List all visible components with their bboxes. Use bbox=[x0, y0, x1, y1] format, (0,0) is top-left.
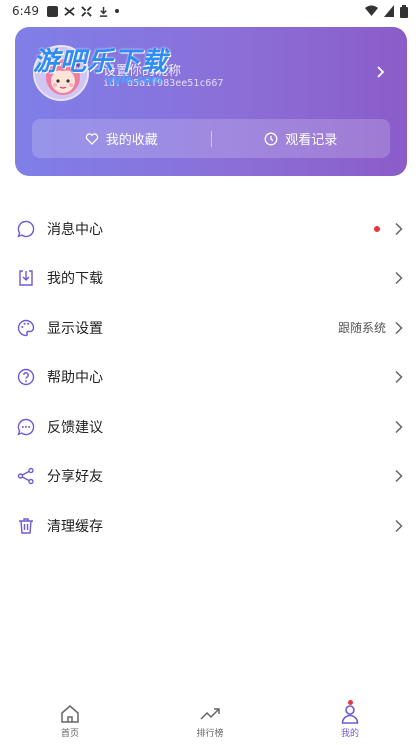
bottom-nav: 首页 排行榜 我的 bbox=[0, 697, 420, 745]
favorites-label: 我的收藏 bbox=[105, 133, 158, 148]
shuffle-icon bbox=[64, 6, 75, 16]
display-mode-value: 跟随系统 bbox=[337, 321, 386, 336]
menu-item-label: 清理缓存 bbox=[47, 518, 103, 535]
menu-item-label: 显示设置 bbox=[47, 320, 103, 337]
status-time: 6:49 bbox=[12, 4, 39, 18]
share-icon bbox=[17, 468, 34, 485]
battery-icon bbox=[400, 4, 408, 18]
menu-item-label: 帮助中心 bbox=[47, 370, 103, 387]
chevron-right-icon bbox=[395, 321, 403, 334]
tab-label: 排行榜 bbox=[196, 729, 224, 739]
menu-item-label: 反馈建议 bbox=[47, 419, 103, 436]
chevron-right-icon bbox=[395, 272, 403, 285]
feedback-icon bbox=[17, 418, 35, 436]
profile-actions-bar: 我的收藏 观看记录 bbox=[32, 119, 390, 158]
menu-item-help[interactable]: 帮助中心 bbox=[0, 353, 420, 403]
status-bar: 6:49 bbox=[0, 0, 420, 22]
signal-icon bbox=[384, 5, 394, 17]
settings-menu: 消息中心 我的下载 显示设置 跟随系统 帮助中心 反馈建议 分享好友 清理缓存 bbox=[0, 204, 420, 551]
clock-icon bbox=[264, 132, 278, 145]
tab-mine[interactable]: 我的 bbox=[280, 697, 420, 745]
menu-item-display-settings[interactable]: 显示设置 跟随系统 bbox=[0, 303, 420, 353]
help-icon bbox=[17, 369, 35, 386]
tab-label: 首页 bbox=[60, 729, 79, 739]
home-icon bbox=[61, 705, 79, 723]
more-notifications-dot bbox=[114, 9, 119, 13]
chevron-right-icon[interactable] bbox=[373, 65, 387, 79]
favorites-button[interactable]: 我的收藏 bbox=[32, 119, 211, 158]
menu-item-downloads[interactable]: 我的下载 bbox=[0, 254, 420, 304]
download-icon bbox=[19, 270, 33, 286]
heart-icon bbox=[85, 132, 98, 145]
wifi-icon bbox=[365, 5, 378, 16]
app-notification-icon bbox=[46, 5, 58, 17]
chevron-right-icon bbox=[395, 371, 403, 384]
notification-badge bbox=[348, 700, 353, 705]
download-status-icon bbox=[99, 6, 108, 17]
menu-item-label: 分享好友 bbox=[47, 469, 103, 486]
chevron-right-icon bbox=[395, 222, 403, 235]
menu-item-label: 我的下载 bbox=[47, 271, 103, 288]
tab-ranking[interactable]: 排行榜 bbox=[140, 697, 280, 745]
history-button[interactable]: 观看记录 bbox=[212, 119, 391, 158]
tab-home[interactable]: 首页 bbox=[0, 697, 140, 745]
trash-icon bbox=[19, 518, 33, 534]
menu-item-share[interactable]: 分享好友 bbox=[0, 452, 420, 502]
expand-icon bbox=[81, 5, 92, 17]
chevron-right-icon bbox=[395, 420, 403, 433]
chevron-right-icon bbox=[395, 470, 403, 483]
unread-dot bbox=[374, 225, 380, 232]
palette-icon bbox=[17, 319, 35, 336]
profile-card[interactable]: 游吧乐下载 yyle.com 设置你的昵称 id: d5a1f983ee51c6… bbox=[15, 27, 407, 176]
menu-item-messages[interactable]: 消息中心 bbox=[0, 204, 420, 254]
history-label: 观看记录 bbox=[285, 133, 338, 148]
menu-item-clear-cache[interactable]: 清理缓存 bbox=[0, 501, 420, 551]
message-icon bbox=[17, 220, 35, 238]
trending-icon bbox=[200, 708, 220, 720]
chevron-right-icon bbox=[395, 519, 403, 532]
watermark-domain: yyle.com bbox=[107, 73, 163, 86]
menu-item-feedback[interactable]: 反馈建议 bbox=[0, 402, 420, 452]
menu-item-label: 消息中心 bbox=[47, 221, 103, 238]
user-icon bbox=[341, 705, 359, 724]
tab-label: 我的 bbox=[340, 729, 359, 739]
